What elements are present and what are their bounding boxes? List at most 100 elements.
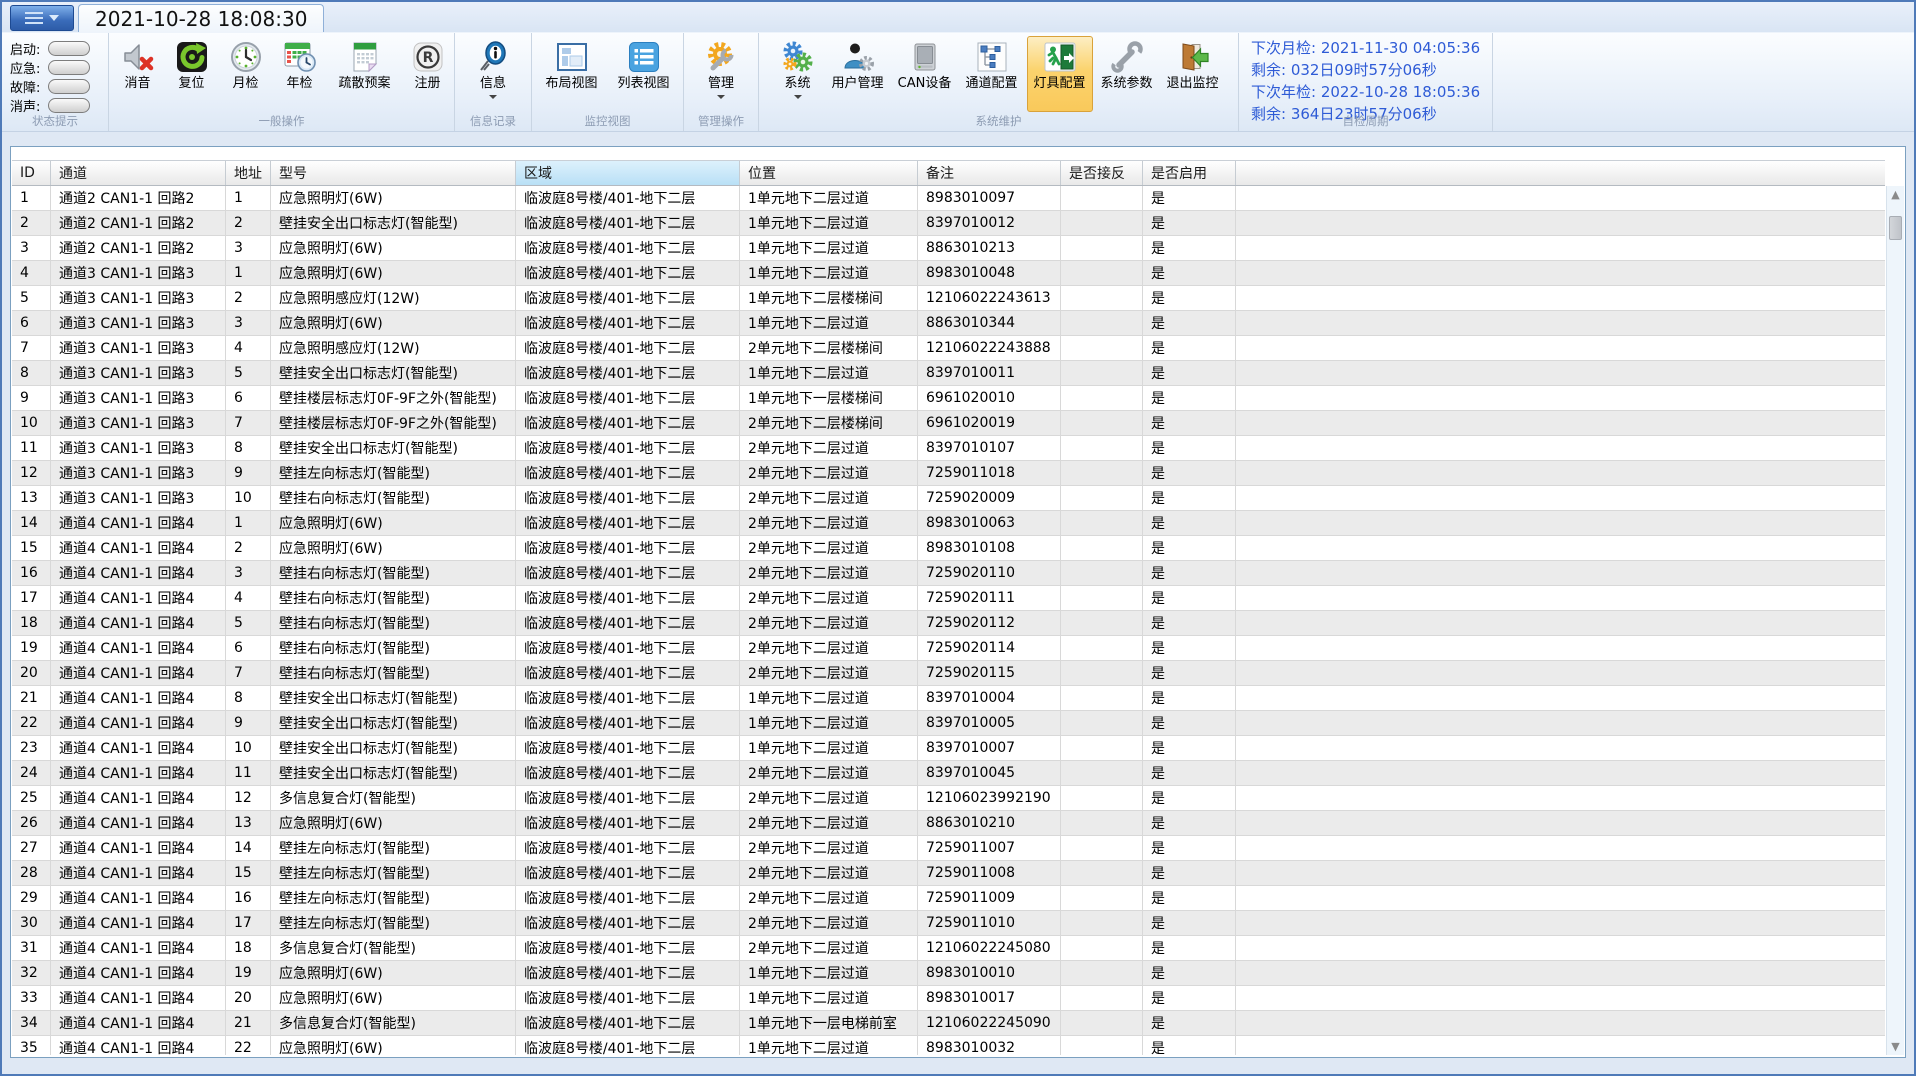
cell-通道[interactable]: 通道3 CAN1-1 回路3 [51, 286, 226, 310]
cell-是否接反[interactable] [1061, 1036, 1143, 1055]
cell-型号[interactable]: 壁挂右向标志灯(智能型) [271, 636, 516, 660]
cell-区域[interactable]: 临波庭8号楼/401-地下二层 [516, 511, 740, 535]
cell-是否接反[interactable] [1061, 561, 1143, 585]
cell-ID[interactable]: 20 [12, 661, 51, 685]
column-header-位置[interactable]: 位置 [740, 161, 918, 185]
cell-地址[interactable]: 21 [226, 1011, 271, 1035]
cell-位置[interactable]: 1单元地下二层过道 [740, 236, 918, 260]
cell-是否启用[interactable]: 是 [1143, 336, 1236, 360]
cell-位置[interactable]: 2单元地下二层过道 [740, 636, 918, 660]
cell-区域[interactable]: 临波庭8号楼/401-地下二层 [516, 736, 740, 760]
cell-位置[interactable]: 2单元地下二层过道 [740, 486, 918, 510]
cell-通道[interactable]: 通道3 CAN1-1 回路3 [51, 411, 226, 435]
cell-位置[interactable]: 2单元地下二层过道 [740, 586, 918, 610]
cell-地址[interactable]: 1 [226, 186, 271, 210]
table-row-19[interactable]: 19通道4 CAN1-1 回路46壁挂右向标志灯(智能型)临波庭8号楼/401-… [12, 636, 1885, 661]
cell-位置[interactable]: 2单元地下二层过道 [740, 611, 918, 635]
cell-位置[interactable]: 2单元地下二层楼梯间 [740, 336, 918, 360]
cell-地址[interactable]: 3 [226, 561, 271, 585]
cell-是否接反[interactable] [1061, 686, 1143, 710]
cell-是否接反[interactable] [1061, 736, 1143, 760]
cell-区域[interactable]: 临波庭8号楼/401-地下二层 [516, 436, 740, 460]
cell-通道[interactable]: 通道4 CAN1-1 回路4 [51, 711, 226, 735]
cell-ID[interactable]: 21 [12, 686, 51, 710]
cell-型号[interactable]: 壁挂左向标志灯(智能型) [271, 911, 516, 935]
table-row-9[interactable]: 9通道3 CAN1-1 回路36壁挂楼层标志灯0F-9F之外(智能型)临波庭8号… [12, 386, 1885, 411]
cell-地址[interactable]: 11 [226, 761, 271, 785]
cell-位置[interactable]: 1单元地下二层过道 [740, 986, 918, 1010]
cell-是否启用[interactable]: 是 [1143, 586, 1236, 610]
cell-位置[interactable]: 2单元地下二层过道 [740, 836, 918, 860]
cell-通道[interactable]: 通道4 CAN1-1 回路4 [51, 1036, 226, 1055]
cell-备注[interactable]: 8397010005 [918, 711, 1061, 735]
table-row-1[interactable]: 1通道2 CAN1-1 回路21应急照明灯(6W)临波庭8号楼/401-地下二层… [12, 186, 1885, 211]
cell-是否接反[interactable] [1061, 986, 1143, 1010]
table-row-2[interactable]: 2通道2 CAN1-1 回路22壁挂安全出口标志灯(智能型)临波庭8号楼/401… [12, 211, 1885, 236]
cell-区域[interactable]: 临波庭8号楼/401-地下二层 [516, 686, 740, 710]
cell-是否启用[interactable]: 是 [1143, 561, 1236, 585]
cell-是否接反[interactable] [1061, 486, 1143, 510]
cell-区域[interactable]: 临波庭8号楼/401-地下二层 [516, 486, 740, 510]
cell-是否启用[interactable]: 是 [1143, 936, 1236, 960]
cell-通道[interactable]: 通道4 CAN1-1 回路4 [51, 661, 226, 685]
cell-地址[interactable]: 9 [226, 711, 271, 735]
cell-是否启用[interactable]: 是 [1143, 236, 1236, 260]
cell-是否接反[interactable] [1061, 336, 1143, 360]
table-row-17[interactable]: 17通道4 CAN1-1 回路44壁挂右向标志灯(智能型)临波庭8号楼/401-… [12, 586, 1885, 611]
cell-是否接反[interactable] [1061, 861, 1143, 885]
cell-通道[interactable]: 通道4 CAN1-1 回路4 [51, 611, 226, 635]
cell-通道[interactable]: 通道2 CAN1-1 回路2 [51, 236, 226, 260]
mute-button[interactable]: 消音 [112, 36, 164, 112]
table-row-8[interactable]: 8通道3 CAN1-1 回路35壁挂安全出口标志灯(智能型)临波庭8号楼/401… [12, 361, 1885, 386]
cell-区域[interactable]: 临波庭8号楼/401-地下二层 [516, 1011, 740, 1035]
table-row-21[interactable]: 21通道4 CAN1-1 回路48壁挂安全出口标志灯(智能型)临波庭8号楼/40… [12, 686, 1885, 711]
cell-位置[interactable]: 2单元地下二层过道 [740, 811, 918, 835]
cell-ID[interactable]: 17 [12, 586, 51, 610]
vertical-scrollbar[interactable]: ▲ ▼ [1886, 186, 1904, 1055]
cell-区域[interactable]: 临波庭8号楼/401-地下二层 [516, 761, 740, 785]
cell-区域[interactable]: 临波庭8号楼/401-地下二层 [516, 236, 740, 260]
cell-地址[interactable]: 20 [226, 986, 271, 1010]
cell-ID[interactable]: 31 [12, 936, 51, 960]
evacuation-plan-button[interactable]: 疏散预案 [328, 36, 402, 112]
cell-地址[interactable]: 16 [226, 886, 271, 910]
cell-ID[interactable]: 1 [12, 186, 51, 210]
cell-通道[interactable]: 通道4 CAN1-1 回路4 [51, 886, 226, 910]
cell-通道[interactable]: 通道4 CAN1-1 回路4 [51, 586, 226, 610]
cell-区域[interactable]: 临波庭8号楼/401-地下二层 [516, 386, 740, 410]
cell-备注[interactable]: 8863010344 [918, 311, 1061, 335]
cell-区域[interactable]: 临波庭8号楼/401-地下二层 [516, 561, 740, 585]
cell-是否启用[interactable]: 是 [1143, 461, 1236, 485]
cell-地址[interactable]: 7 [226, 661, 271, 685]
column-header-型号[interactable]: 型号 [271, 161, 516, 185]
cell-区域[interactable]: 临波庭8号楼/401-地下二层 [516, 661, 740, 685]
cell-ID[interactable]: 29 [12, 886, 51, 910]
cell-型号[interactable]: 壁挂右向标志灯(智能型) [271, 561, 516, 585]
cell-区域[interactable]: 临波庭8号楼/401-地下二层 [516, 811, 740, 835]
cell-ID[interactable]: 10 [12, 411, 51, 435]
can-device-button[interactable]: CAN设备 [893, 36, 957, 112]
cell-是否接反[interactable] [1061, 836, 1143, 860]
cell-型号[interactable]: 多信息复合灯(智能型) [271, 936, 516, 960]
cell-区域[interactable]: 临波庭8号楼/401-地下二层 [516, 836, 740, 860]
cell-是否启用[interactable]: 是 [1143, 261, 1236, 285]
cell-区域[interactable]: 临波庭8号楼/401-地下二层 [516, 286, 740, 310]
cell-区域[interactable]: 临波庭8号楼/401-地下二层 [516, 961, 740, 985]
monthly-check-button[interactable]: 月检 [220, 36, 272, 112]
cell-ID[interactable]: 22 [12, 711, 51, 735]
cell-地址[interactable]: 4 [226, 586, 271, 610]
cell-备注[interactable]: 8983010108 [918, 536, 1061, 560]
cell-是否接反[interactable] [1061, 286, 1143, 310]
cell-位置[interactable]: 2单元地下二层过道 [740, 461, 918, 485]
cell-备注[interactable]: 7259020111 [918, 586, 1061, 610]
cell-备注[interactable]: 8397010045 [918, 761, 1061, 785]
lamp-config-button[interactable]: 灯具配置 [1027, 36, 1093, 112]
cell-通道[interactable]: 通道4 CAN1-1 回路4 [51, 986, 226, 1010]
cell-是否接反[interactable] [1061, 211, 1143, 235]
scroll-up-arrow[interactable]: ▲ [1887, 186, 1904, 203]
cell-是否启用[interactable]: 是 [1143, 486, 1236, 510]
cell-ID[interactable]: 8 [12, 361, 51, 385]
cell-型号[interactable]: 壁挂右向标志灯(智能型) [271, 486, 516, 510]
cell-型号[interactable]: 壁挂右向标志灯(智能型) [271, 586, 516, 610]
cell-是否启用[interactable]: 是 [1143, 986, 1236, 1010]
